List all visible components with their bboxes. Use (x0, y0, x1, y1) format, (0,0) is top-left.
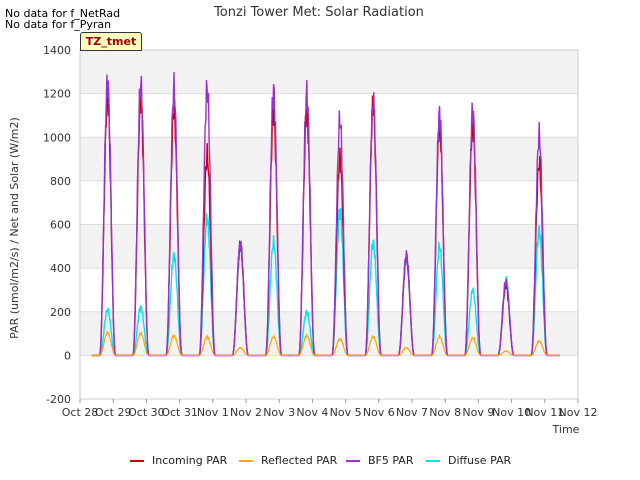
y-tick-label: -200 (46, 393, 71, 406)
x-tick-label: Nov 4 (296, 406, 328, 419)
chart-title: Tonzi Tower Met: Solar Radiation (213, 5, 424, 20)
legend-label: Reflected PAR (261, 454, 338, 467)
grid-band (80, 137, 578, 181)
x-tick-label: Nov 9 (462, 406, 494, 419)
x-tick-label: Oct 30 (128, 406, 165, 419)
y-tick-label: 200 (50, 306, 71, 319)
x-tick-label: Nov 2 (230, 406, 262, 419)
legend-swatch (426, 460, 440, 462)
legend-reflected-par[interactable]: Reflected PAR (239, 454, 337, 467)
y-tick-label: 800 (50, 175, 71, 188)
grid-band (80, 311, 578, 356)
x-tick-label: Nov 1 (197, 406, 229, 419)
legend-swatch (346, 460, 360, 462)
legend-incoming-par[interactable]: Incoming PAR (130, 454, 227, 467)
x-tick-label: Nov 6 (363, 406, 395, 419)
y-tick-label: 600 (50, 219, 71, 232)
y-tick-label: 1200 (43, 88, 71, 101)
y-tick-label: 1000 (43, 131, 71, 144)
solar-radiation-chart: Tonzi Tower Met: Solar Radiation -200 0 20… (8, 5, 598, 436)
legend-swatch (239, 460, 253, 462)
legend-swatch (130, 460, 144, 462)
x-tick-label: Oct 31 (161, 406, 198, 419)
x-axis-label: Time (552, 423, 580, 436)
grid-band (80, 50, 578, 94)
legend-diffuse-par[interactable]: Diffuse PAR (426, 454, 511, 467)
y-tick-label: 1400 (43, 44, 71, 57)
legend-label: Diffuse PAR (448, 454, 512, 467)
x-tick-label: Oct 28 (62, 406, 99, 419)
legend-label: Incoming PAR (152, 454, 228, 467)
site-badge: TZ_tmet (80, 32, 142, 51)
x-tick-label: Nov 8 (429, 406, 461, 419)
legend-label: BF5 PAR (368, 454, 414, 467)
grid-band (80, 224, 578, 269)
x-tick-label: Nov 5 (330, 406, 362, 419)
x-tick-label: Nov 3 (263, 406, 295, 419)
y-tick-label: 400 (50, 262, 71, 275)
legend-bf5-par[interactable]: BF5 PAR (346, 454, 413, 467)
y-tick-label: 0 (64, 349, 71, 362)
y-axis-label: PAR (umol/m2/s) / Net and Solar (W/m2) (8, 117, 21, 339)
x-tick-label: Oct 29 (95, 406, 132, 419)
x-tick-label: Nov 12 (559, 406, 598, 419)
x-tick-label: Nov 7 (396, 406, 428, 419)
